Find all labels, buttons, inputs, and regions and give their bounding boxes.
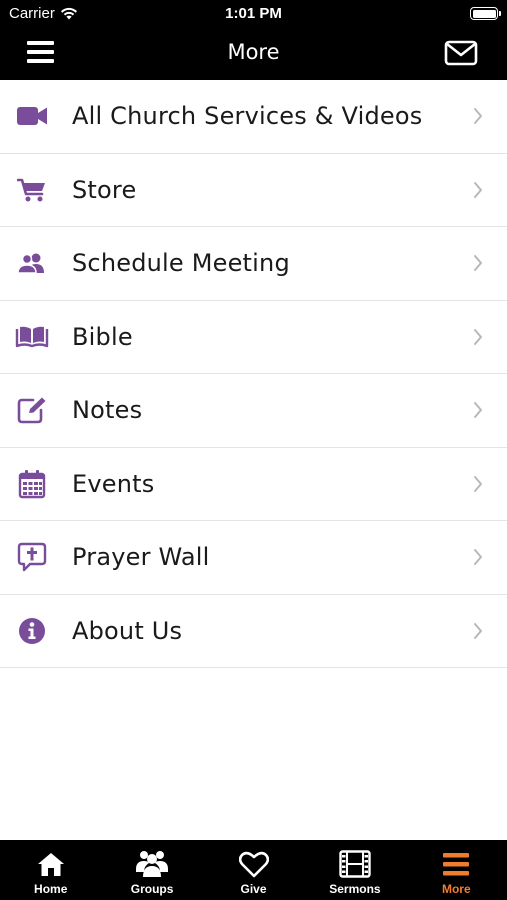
envelope-icon[interactable] [444,40,478,66]
home-icon [37,849,65,879]
menu-item-events[interactable]: Events [0,448,507,521]
menu-item-label: Notes [72,396,143,425]
menu-item-schedule-meeting[interactable]: Schedule Meeting [0,227,507,301]
more-menu-list: All Church Services & Videos Store Sched… [0,80,507,668]
menu-item-label: Store [72,175,137,204]
tab-label: Sermons [329,882,381,896]
chat-cross-icon [15,540,49,574]
chevron-right-icon [474,402,482,419]
group-icon [135,849,169,879]
menu-lines-icon [442,849,470,879]
menu-item-notes[interactable]: Notes [0,374,507,448]
tab-give[interactable]: Give [203,840,304,900]
menu-item-label: About Us [72,616,183,645]
shopping-cart-icon [15,173,49,207]
chevron-right-icon [474,108,482,125]
tab-sermons[interactable]: Sermons [304,840,405,900]
menu-item-label: Prayer Wall [72,543,210,572]
tab-label: More [441,882,471,896]
menu-item-bible[interactable]: Bible [0,301,507,374]
chevron-right-icon [474,328,482,345]
tab-label: Home [34,882,68,896]
top-bar: Carrier 1:01 PM More [0,0,507,80]
edit-note-icon [15,393,49,427]
status-bar: Carrier 1:01 PM [0,0,507,28]
tab-label: Groups [130,882,174,896]
menu-item-label: All Church Services & Videos [72,102,423,131]
tab-bar: Home Groups Give Sermons More [0,840,507,900]
tab-label: Give [240,882,267,896]
menu-item-label: Bible [72,322,133,351]
menu-item-label: Schedule Meeting [72,249,290,278]
status-time: 1:01 PM [225,5,282,22]
chevron-right-icon [474,622,482,639]
menu-item-store[interactable]: Store [0,154,507,227]
chevron-right-icon [474,475,482,492]
heart-icon [238,849,269,879]
menu-item-about-us[interactable]: About Us [0,595,507,668]
chevron-right-icon [474,549,482,566]
chevron-right-icon [474,255,482,272]
video-camera-icon [15,99,49,133]
tab-home[interactable]: Home [0,840,101,900]
page-title: More [227,40,280,64]
calendar-icon [15,467,49,501]
menu-item-prayer-wall[interactable]: Prayer Wall [0,521,507,595]
people-icon [15,246,49,280]
tab-more[interactable]: More [406,840,507,900]
nav-bar: More [0,28,507,80]
open-book-icon [15,320,49,354]
chevron-right-icon [474,181,482,198]
tab-groups[interactable]: Groups [101,840,202,900]
info-icon [15,614,49,648]
battery-icon [470,7,501,20]
menu-item-all-church-services[interactable]: All Church Services & Videos [0,80,507,154]
film-icon [339,849,371,879]
menu-item-label: Events [72,469,155,498]
